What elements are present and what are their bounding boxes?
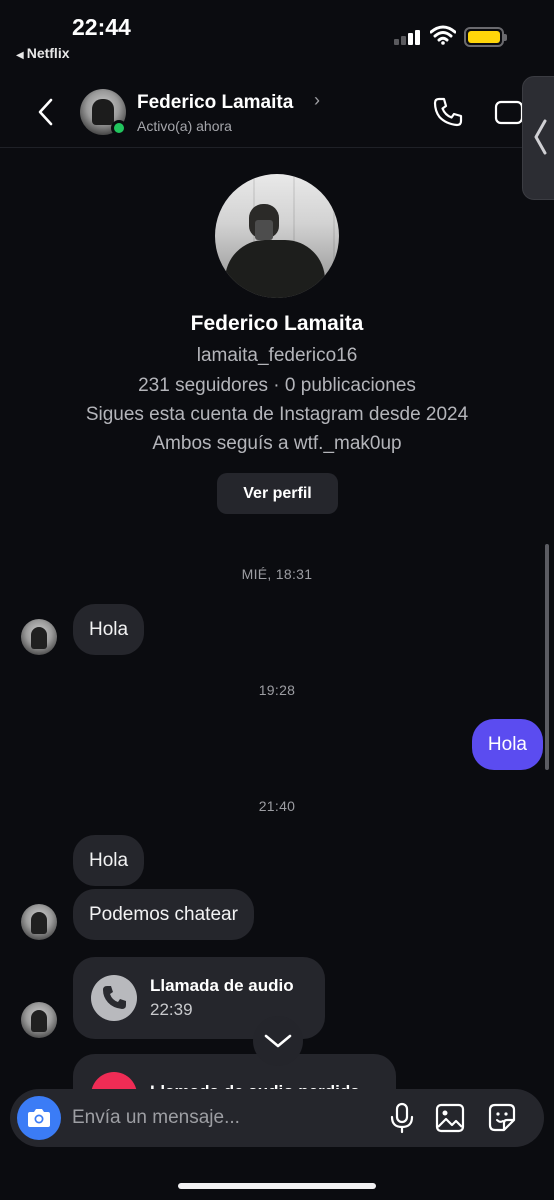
- timestamp: MIÉ, 18:31: [241, 566, 313, 582]
- camera-button[interactable]: [17, 1096, 61, 1140]
- avatar[interactable]: [21, 904, 57, 940]
- timestamp: 19:28: [258, 682, 296, 698]
- status-time: 22:44: [72, 14, 131, 40]
- scroll-to-bottom-button[interactable]: [253, 1016, 303, 1066]
- profile-picture[interactable]: [215, 174, 339, 298]
- view-profile-button[interactable]: Ver perfil: [217, 473, 338, 514]
- chevron-down-icon: [264, 1034, 292, 1048]
- back-to-app-link[interactable]: ◀ Netflix: [16, 45, 70, 61]
- message-bubble-incoming[interactable]: Podemos chatear: [73, 889, 254, 940]
- profile-following-since: Sigues esta cuenta de Instagram desde 20…: [85, 404, 469, 425]
- scrollbar[interactable]: [545, 544, 549, 770]
- home-indicator[interactable]: [178, 1183, 376, 1189]
- back-chevron-icon[interactable]: [30, 94, 62, 130]
- avatar[interactable]: [21, 619, 57, 655]
- timestamp: 21:40: [258, 798, 296, 814]
- call-time: 22:39: [150, 1000, 193, 1019]
- battery-icon: [464, 27, 507, 47]
- back-app-label: Netflix: [26, 45, 70, 61]
- profile-username: lamaita_federico16: [196, 345, 358, 366]
- profile-stats: 231 seguidores · 0 publicaciones: [138, 375, 416, 396]
- cellular-signal-icon: [394, 30, 420, 45]
- phone-icon: [103, 986, 126, 1009]
- camera-icon: [28, 1109, 50, 1127]
- microphone-icon[interactable]: [388, 1102, 416, 1134]
- profile-name: Federico Lamaita: [190, 312, 364, 335]
- sticker-icon[interactable]: [486, 1102, 518, 1134]
- back-triangle-icon: ◀: [16, 50, 24, 61]
- avatar[interactable]: [21, 1002, 57, 1038]
- message-input[interactable]: [72, 1103, 372, 1133]
- message-bubble-incoming[interactable]: Hola: [73, 835, 145, 886]
- call-icon-circle: [91, 975, 137, 1021]
- call-title: Llamada de audio: [150, 976, 294, 995]
- message-bubble-incoming[interactable]: Hola: [73, 604, 145, 655]
- message-bubble-outgoing[interactable]: Hola: [471, 719, 543, 770]
- profile-mutual-follow: Ambos seguís a wtf._mak0up: [152, 433, 402, 454]
- online-status-dot: [111, 120, 127, 136]
- side-panel-handle[interactable]: [522, 76, 554, 200]
- phone-icon[interactable]: [430, 94, 466, 130]
- chevron-left-icon: [534, 119, 547, 155]
- chevron-right-icon[interactable]: ›: [314, 90, 320, 111]
- message-composer: [10, 1089, 544, 1147]
- contact-name[interactable]: Federico Lamaita: [137, 92, 293, 114]
- chat-header: Federico Lamaita › Activo(a) ahora: [0, 80, 554, 148]
- gallery-icon[interactable]: [434, 1102, 466, 1134]
- wifi-icon: [430, 25, 456, 45]
- contact-status: Activo(a) ahora: [137, 118, 232, 134]
